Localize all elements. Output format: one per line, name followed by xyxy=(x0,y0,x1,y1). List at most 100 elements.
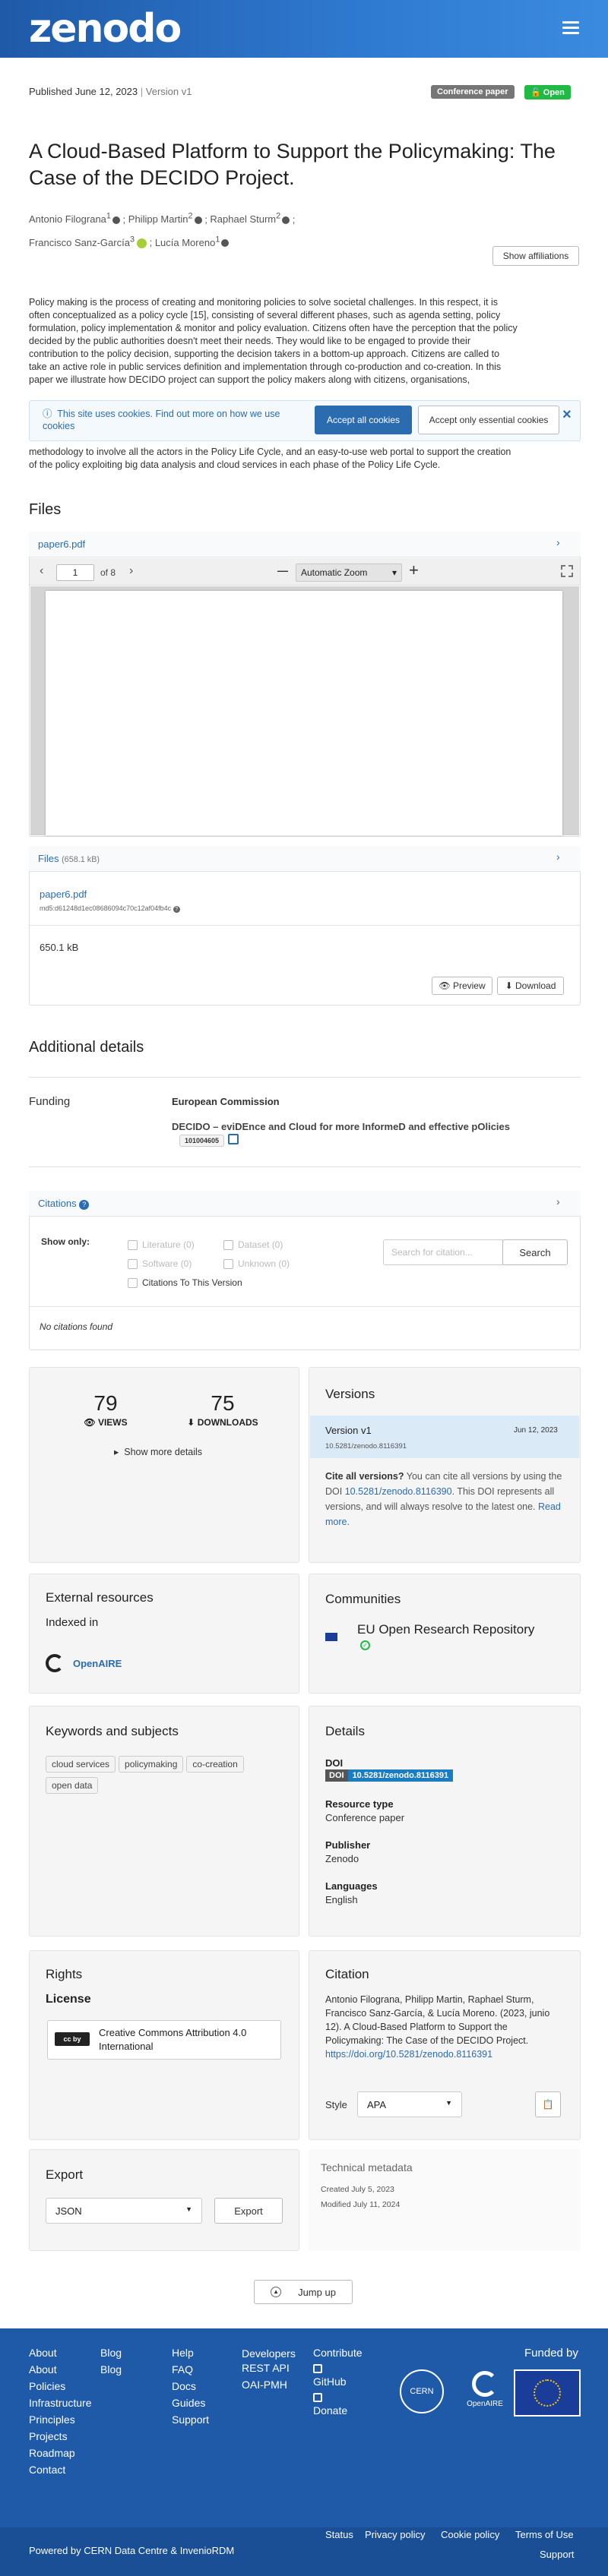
keyword-tag[interactable]: policymaking xyxy=(119,1756,184,1773)
footer-link[interactable]: Infrastructure xyxy=(29,2397,91,2409)
footer-link[interactable]: Contact xyxy=(29,2464,90,2476)
powered-by[interactable]: Powered by CERN Data Centre & InvenioRDM xyxy=(29,2545,234,2556)
export-format-select[interactable]: JSON ▼ xyxy=(46,2198,202,2224)
filter-this-version[interactable]: Citations To This Version xyxy=(128,1277,242,1289)
openaire-icon xyxy=(46,1654,64,1672)
footer-link[interactable]: Principles xyxy=(29,2413,90,2426)
footer-heading: Developers xyxy=(242,2347,296,2360)
footer-link[interactable]: Support xyxy=(172,2413,225,2426)
author-item[interactable]: Raphael Sturm2 xyxy=(210,212,290,225)
footer-link[interactable]: Policies xyxy=(29,2380,90,2392)
download-button[interactable]: ⬇ Download xyxy=(497,977,564,995)
zenodo-logo[interactable]: zenodo xyxy=(29,6,182,52)
checkbox[interactable] xyxy=(223,1240,233,1251)
footer-link-cookies[interactable]: Cookie policy xyxy=(441,2529,499,2540)
chevron-right-icon[interactable]: › xyxy=(556,1195,560,1208)
no-citations-message: No citations found xyxy=(40,1321,113,1332)
version-item[interactable] xyxy=(310,1416,579,1458)
menu-icon[interactable] xyxy=(562,21,579,34)
next-page-icon[interactable]: › xyxy=(129,564,133,578)
cern-logo[interactable]: CERN xyxy=(400,2369,444,2413)
checkbox[interactable] xyxy=(128,1278,138,1289)
footer-link[interactable]: About xyxy=(29,2363,90,2376)
citation-doi-link[interactable]: https://doi.org/10.5281/zenodo.8116391 xyxy=(325,2049,492,2060)
keyword-tag[interactable]: co-creation xyxy=(186,1756,244,1773)
checkbox[interactable] xyxy=(128,1259,138,1270)
file-checksum: md5:d61248d1ec08686094c70c12af04fb4c ? xyxy=(40,904,180,913)
citation-title: Citation xyxy=(325,1967,369,1981)
chevron-right-icon[interactable]: › xyxy=(556,536,560,548)
footer-link[interactable]: Roadmap xyxy=(29,2447,90,2459)
external-link-icon[interactable] xyxy=(228,1134,239,1144)
footer-link[interactable]: Projects xyxy=(29,2430,90,2442)
zoom-in-button[interactable]: + xyxy=(409,560,419,580)
communities-title: Communities xyxy=(325,1592,401,1606)
checkbox[interactable] xyxy=(128,1240,138,1251)
footer-link[interactable]: REST API xyxy=(242,2362,296,2374)
license-name[interactable]: Creative Commons Attribution 4.0 Interna… xyxy=(99,2026,274,2054)
page-total: of 8 xyxy=(100,567,116,578)
preview-button[interactable]: 👁 Preview xyxy=(432,977,492,995)
accept-all-cookies-button[interactable]: Accept all cookies xyxy=(315,406,412,434)
citation-search-input[interactable]: Search for citation... xyxy=(383,1239,503,1265)
copy-icon[interactable]: 📋 xyxy=(535,2091,561,2117)
footer-link[interactable]: Donate xyxy=(313,2392,382,2417)
jump-up-button[interactable]: ▲ Jump up xyxy=(254,2280,353,2304)
version-name[interactable]: Version v1 xyxy=(325,1425,372,1436)
footer-link-privacy[interactable]: Privacy policy xyxy=(365,2529,425,2540)
close-icon[interactable]: × xyxy=(562,406,572,424)
preview-filename[interactable]: paper6.pdf xyxy=(38,538,85,550)
filter-literature[interactable]: Literature (0) xyxy=(128,1239,195,1251)
downloads-label: ⬇ DOWNLOADS xyxy=(187,1417,258,1428)
community-name[interactable]: EU Open Research Repository xyxy=(357,1622,534,1637)
footer-link[interactable]: Docs xyxy=(172,2380,225,2392)
cookie-text[interactable]: ⓘ This site uses cookies. Find out more … xyxy=(43,408,309,432)
zoom-select[interactable]: Automatic Zoom ▾ xyxy=(296,564,402,582)
footer-link-terms[interactable]: Terms of Use xyxy=(515,2529,574,2540)
citation-search-button[interactable]: Search xyxy=(502,1239,568,1265)
export-button[interactable]: Export xyxy=(214,2198,283,2224)
filter-software[interactable]: Software (0) xyxy=(128,1258,192,1270)
files-list-title[interactable]: Files (658.1 kB) xyxy=(38,853,100,864)
author-item[interactable]: Lucía Moreno1 xyxy=(155,235,230,248)
footer-link-status[interactable]: Status xyxy=(325,2529,353,2540)
footer-heading: Blog xyxy=(100,2347,122,2359)
zoom-out-button[interactable]: — xyxy=(277,564,288,576)
footer-col-contribute: Contribute GitHub Donate xyxy=(313,2347,382,2421)
citation-style-select[interactable]: APA ▼ xyxy=(357,2091,462,2117)
file-link[interactable]: paper6.pdf xyxy=(40,889,87,900)
fullscreen-icon[interactable] xyxy=(561,565,573,577)
keyword-tag[interactable]: open data xyxy=(46,1777,99,1794)
indexed-in-label: Indexed in xyxy=(46,1616,99,1629)
keyword-tag[interactable]: cloud services xyxy=(46,1756,116,1773)
page-number-input[interactable]: 1 xyxy=(56,564,94,581)
funding-label: Funding xyxy=(29,1095,71,1108)
citations-title[interactable]: Citations ? xyxy=(38,1198,90,1210)
technical-metadata-title: Technical metadata xyxy=(321,2161,413,2174)
openaire-footer-logo[interactable]: OpenAIRE xyxy=(461,2371,509,2417)
footer-link-support[interactable]: Support xyxy=(540,2549,575,2560)
orcid-icon[interactable] xyxy=(136,238,147,248)
prev-page-icon[interactable]: ‹ xyxy=(40,564,43,578)
filter-unknown[interactable]: Unknown (0) xyxy=(223,1258,290,1270)
footer-link[interactable]: FAQ xyxy=(172,2363,225,2376)
footer-link[interactable]: GitHub xyxy=(313,2363,382,2388)
chevron-right-icon[interactable]: › xyxy=(556,851,560,863)
footer-link[interactable]: Guides xyxy=(172,2397,225,2409)
author-item[interactable]: Antonio Filograna1 xyxy=(29,212,120,225)
doi-badge[interactable]: DOI 10.5281/zenodo.8116391 xyxy=(325,1769,454,1782)
languages-value: English xyxy=(325,1894,358,1905)
accept-essential-cookies-button[interactable]: Accept only essential cookies xyxy=(418,406,559,434)
footer-link[interactable]: OAI-PMH xyxy=(242,2379,296,2391)
concept-doi-link[interactable]: 10.5281/zenodo.8116390 xyxy=(345,1486,452,1497)
checkbox[interactable] xyxy=(223,1259,233,1270)
help-icon[interactable]: ? xyxy=(79,1200,90,1210)
help-icon[interactable]: ? xyxy=(173,906,180,913)
footer-link[interactable]: Blog xyxy=(100,2363,146,2376)
show-affiliations-button[interactable]: Show affiliations xyxy=(492,246,579,266)
show-more-details[interactable]: ▸ Show more details xyxy=(114,1446,202,1457)
openaire-link[interactable]: OpenAIRE xyxy=(73,1658,122,1669)
author-item[interactable]: Philipp Martin2 xyxy=(128,212,202,225)
author-item[interactable]: Francisco Sanz-García3 xyxy=(29,235,147,248)
filter-dataset[interactable]: Dataset (0) xyxy=(223,1239,283,1251)
